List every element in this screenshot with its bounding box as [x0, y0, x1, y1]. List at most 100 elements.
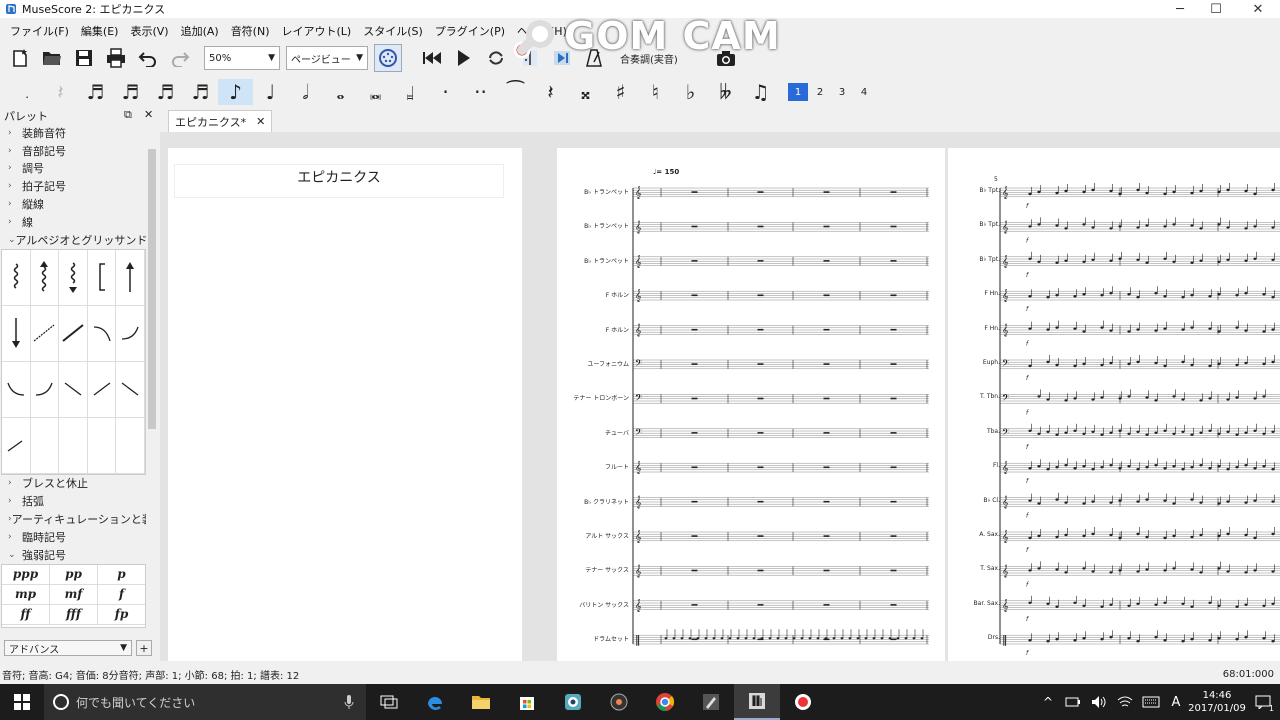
- dynamic-mp[interactable]: mp: [2, 584, 50, 605]
- down-arrow-icon[interactable]: [2, 305, 31, 362]
- slide-in-above-icon[interactable]: [116, 361, 145, 418]
- pan-toggle-icon[interactable]: [548, 44, 576, 72]
- instrument-name[interactable]: B♭ Tpt.: [979, 221, 1000, 228]
- voice-3-button[interactable]: 3: [832, 83, 852, 101]
- note-input-mode-icon[interactable]: 𝅭: [8, 79, 43, 105]
- palette-close-icon[interactable]: ✕: [144, 108, 153, 121]
- tie-icon[interactable]: ⁀: [498, 79, 533, 105]
- palette-section[interactable]: › 縦線: [0, 195, 146, 213]
- menu-edit[interactable]: 編集(E): [75, 23, 125, 39]
- taskbar-search-box[interactable]: 何でも聞いてください: [44, 684, 366, 720]
- repeat-toggle-icon[interactable]: [516, 44, 544, 72]
- palette-section[interactable]: ›アーティキュレーションと装飾: [0, 510, 146, 528]
- palette-scrollbar[interactable]: [147, 143, 157, 628]
- bracket-arpeggio-icon[interactable]: [87, 249, 117, 306]
- palette-section[interactable]: › 括弧: [0, 492, 146, 510]
- instrument-name[interactable]: B♭ Cl.: [983, 497, 1000, 504]
- app-circle-icon[interactable]: [596, 684, 642, 720]
- instrument-name[interactable]: B♭ トランペット: [584, 187, 629, 196]
- battery-icon[interactable]: [1060, 697, 1086, 707]
- instrument-name[interactable]: F Hn.: [984, 290, 1000, 297]
- note-1-32-icon[interactable]: ♬: [148, 79, 183, 105]
- augmentation-dot-icon[interactable]: ·: [428, 79, 463, 105]
- volume-icon[interactable]: [1086, 695, 1112, 709]
- instrument-name[interactable]: ドラムセット: [593, 634, 629, 643]
- score-tab[interactable]: エピカニクス* ✕: [168, 110, 273, 132]
- dynamic-fp[interactable]: fp: [98, 605, 145, 625]
- rest-icon[interactable]: 𝄽: [533, 79, 568, 105]
- menu-file[interactable]: ファイル(F): [4, 23, 75, 39]
- new-score-icon[interactable]: [6, 44, 34, 72]
- concert-pitch-button[interactable]: 合奏調(実音): [616, 46, 706, 70]
- glissando-straight-icon[interactable]: [59, 305, 88, 362]
- maximize-icon[interactable]: ☐: [1196, 0, 1236, 18]
- palette-section[interactable]: › ブレスと休止: [0, 475, 146, 493]
- instrument-name[interactable]: A. Sax.: [979, 531, 1000, 538]
- instrument-name[interactable]: バリトン サックス: [579, 600, 629, 609]
- palette-section[interactable]: › 線: [0, 213, 146, 231]
- menu-notes[interactable]: 音符(N): [225, 23, 276, 39]
- palette-section[interactable]: ⌄ アルペジオとグリッサンド: [0, 231, 146, 249]
- voice-4-button[interactable]: 4: [854, 83, 874, 101]
- dynamic-p[interactable]: p: [98, 565, 145, 585]
- save-icon[interactable]: [70, 44, 98, 72]
- instrument-name[interactable]: Euph.: [983, 359, 1000, 366]
- instrument-name[interactable]: T. Tbn.: [980, 393, 1000, 400]
- keyboard-icon[interactable]: [1138, 696, 1164, 708]
- palette-section[interactable]: ⌄ 強弱記号: [0, 546, 146, 564]
- workspace-select[interactable]: アドバンス ▼: [4, 640, 132, 656]
- menu-add[interactable]: 追加(A): [175, 23, 225, 39]
- flip-direction-icon[interactable]: ♫: [743, 79, 778, 105]
- score-canvas[interactable]: エピカニクス ♩= 150 𝄞 𝄞 𝄞 𝄞 𝄞 𝄢 𝄢 𝄢 𝄞 𝄞 𝄞 𝄞 𝄞 ‖ B♭ トランペット B♭…: [160, 132, 1280, 661]
- menu-help[interactable]: ヘルプ(H): [511, 23, 573, 39]
- palette-section[interactable]: › 調号: [0, 160, 146, 178]
- undo-icon[interactable]: [134, 44, 162, 72]
- windows-start-icon[interactable]: [0, 684, 44, 720]
- instrument-name[interactable]: B♭ Tpt.: [979, 256, 1000, 263]
- tab-close-icon[interactable]: ✕: [256, 115, 265, 128]
- loop-icon[interactable]: [482, 44, 510, 72]
- palette-section[interactable]: › 拍子記号: [0, 177, 146, 195]
- natural-icon[interactable]: ♮: [638, 79, 673, 105]
- instrument-name[interactable]: チューバ: [605, 428, 629, 437]
- instrument-name[interactable]: テナー サックス: [585, 565, 629, 574]
- instrument-name[interactable]: ユーフォニウム: [587, 359, 629, 368]
- quarter-note-icon[interactable]: ♩: [253, 79, 288, 105]
- dynamic-mf[interactable]: mf: [50, 584, 98, 605]
- eighth-note-icon[interactable]: ♪: [218, 79, 253, 105]
- up-arrow-icon[interactable]: [116, 249, 145, 306]
- sharp-icon[interactable]: ♯: [603, 79, 638, 105]
- palette-section[interactable]: › 装飾音符: [0, 124, 146, 142]
- view-mode-select[interactable]: ページビュー ▼: [286, 46, 368, 70]
- add-workspace-icon[interactable]: +: [136, 640, 152, 656]
- half-note-icon[interactable]: 𝅗𝅥: [288, 79, 323, 105]
- rewind-icon[interactable]: [418, 44, 446, 72]
- note-1-16-icon[interactable]: ♬: [183, 79, 218, 105]
- midi-input-icon[interactable]: [374, 44, 402, 72]
- scroll-thumb[interactable]: [148, 149, 156, 429]
- instrument-name[interactable]: F Hn.: [984, 325, 1000, 332]
- ime-indicator[interactable]: A: [1164, 695, 1188, 710]
- show-hidden-icons-icon[interactable]: ^: [1036, 695, 1060, 709]
- instrument-name[interactable]: F ホルン: [606, 325, 629, 334]
- close-icon[interactable]: ✕: [1238, 0, 1278, 18]
- rest-toggle-icon[interactable]: 𝄽: [43, 79, 78, 105]
- instrument-name[interactable]: フルート: [605, 462, 629, 471]
- fall-icon[interactable]: [87, 305, 117, 362]
- play-icon[interactable]: [450, 44, 478, 72]
- minimize-icon[interactable]: ─: [1160, 0, 1200, 18]
- instrument-name[interactable]: Drs.: [988, 634, 1000, 641]
- menu-view[interactable]: 表示(V): [124, 23, 174, 39]
- instrument-name[interactable]: B♭ Tpt.: [979, 187, 1000, 194]
- slide-in-below-icon[interactable]: [2, 417, 31, 474]
- dynamic-ff[interactable]: ff: [2, 604, 50, 625]
- arpeggio-down-icon[interactable]: [59, 249, 88, 306]
- breve-icon[interactable]: 𝅜: [358, 79, 393, 105]
- menu-plugins[interactable]: プラグイン(P): [429, 23, 511, 39]
- open-file-icon[interactable]: [38, 44, 66, 72]
- undock-icon[interactable]: ⧉: [124, 108, 132, 122]
- file-explorer-icon[interactable]: [458, 684, 504, 720]
- tool-app-icon[interactable]: [688, 684, 734, 720]
- voice-1-button[interactable]: 1: [788, 83, 808, 101]
- dynamic-pp[interactable]: pp: [50, 564, 98, 585]
